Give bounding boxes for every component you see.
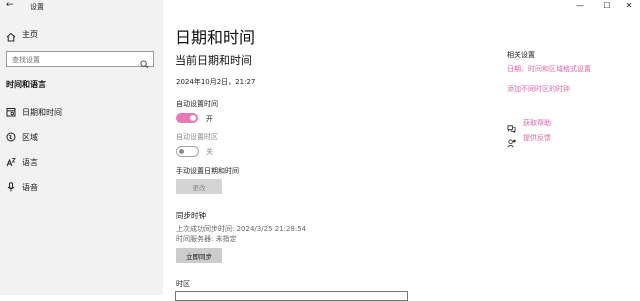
region-format-link[interactable]: 日期、时间和区域格式设置 — [507, 64, 591, 74]
sync-now-button[interactable]: 立即同步 — [176, 248, 222, 263]
related-settings-heading: 相关设置 — [507, 51, 535, 59]
close-button[interactable]: ✕ — [616, 0, 640, 12]
sidebar-home[interactable]: 主页 — [6, 27, 156, 42]
sidebar-category-title: 时间和语言 — [6, 80, 46, 89]
last-sync-time: 上次成功同步时间: 2024/3/25 21:28:54 — [176, 225, 307, 233]
timezone-label: 时区 — [176, 280, 190, 288]
auto-time-state: 开 — [206, 115, 213, 123]
sidebar-item-label: 区域 — [22, 133, 38, 142]
home-icon — [6, 27, 16, 42]
sidebar-item-language[interactable]: 语言 — [0, 151, 163, 175]
language-icon — [6, 157, 16, 167]
change-datetime-button[interactable]: 更改 — [176, 179, 222, 194]
manual-datetime-label: 手动设置日期和时间 — [176, 167, 239, 175]
search-input[interactable] — [12, 54, 137, 65]
time-server: 时间服务器: 未指定 — [176, 235, 237, 243]
microphone-icon — [6, 182, 16, 192]
sidebar-item-date-time[interactable]: 日期和时间 — [0, 101, 163, 125]
timezone-select[interactable] — [175, 291, 408, 301]
window-title: 设置 — [30, 3, 44, 11]
back-arrow-icon[interactable]: ← — [6, 0, 14, 10]
feedback-label: 提供反馈 — [523, 134, 551, 142]
sidebar-item-label: 语音 — [22, 183, 38, 192]
feedback-icon — [507, 133, 517, 148]
sidebar-item-region[interactable]: 区域 — [0, 126, 163, 150]
sidebar-item-label: 日期和时间 — [22, 108, 62, 117]
auto-timezone-state: 关 — [206, 148, 213, 156]
calendar-icon — [6, 107, 16, 117]
search-field[interactable] — [6, 51, 154, 69]
minimize-button[interactable]: — — [567, 0, 593, 12]
globe-region-icon — [6, 132, 16, 142]
auto-timezone-label: 自动设置时区 — [176, 133, 218, 141]
current-datetime-heading: 当前日期和时间 — [175, 54, 252, 67]
auto-time-toggle[interactable] — [176, 113, 198, 123]
get-help-label: 获取帮助 — [523, 119, 551, 127]
auto-timezone-toggle[interactable] — [176, 146, 199, 157]
sidebar-item-label: 语言 — [22, 158, 38, 167]
sidebar-home-label: 主页 — [22, 30, 38, 39]
add-clocks-link[interactable]: 添加不同时区的时钟 — [507, 84, 570, 94]
auto-time-label: 自动设置时间 — [176, 100, 218, 108]
toggle-knob — [179, 149, 184, 154]
sync-clock-heading: 同步时钟 — [176, 211, 206, 220]
sidebar-item-speech[interactable]: 语音 — [0, 176, 163, 200]
search-icon[interactable] — [140, 54, 150, 69]
current-datetime-value: 2024年10月2日，21:27 — [176, 78, 256, 86]
get-help-link[interactable]: 获取帮助 — [507, 118, 597, 134]
toggle-knob — [190, 115, 196, 121]
help-chat-icon — [507, 118, 517, 134]
page-title: 日期和时间 — [175, 28, 256, 47]
feedback-link[interactable]: 提供反馈 — [507, 133, 597, 148]
